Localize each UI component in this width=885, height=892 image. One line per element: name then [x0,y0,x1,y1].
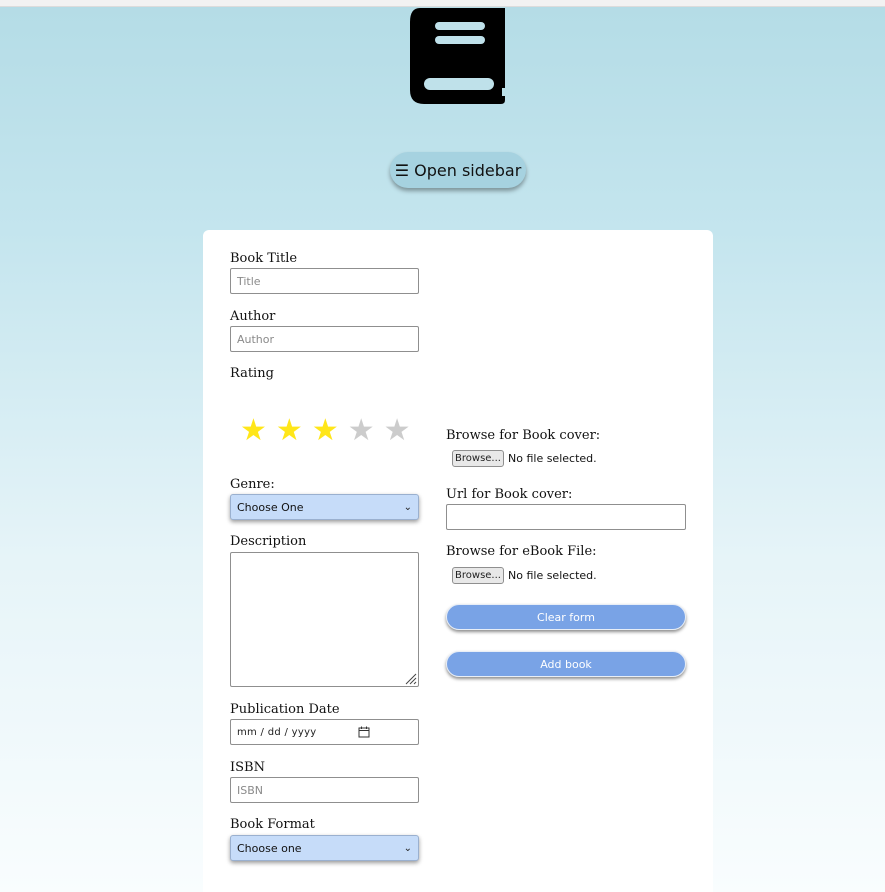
author-label: Author [230,309,276,324]
open-sidebar-button[interactable]: ☰ Open sidebar [390,152,526,188]
publication-date-label: Publication Date [230,702,340,717]
book-format-label: Book Format [230,817,315,832]
ebook-file-input[interactable]: Browse... No file selected. [452,567,597,584]
rating-star-3[interactable]: ★ [312,414,339,448]
book-title-placeholder: Title [237,274,261,288]
add-book-label: Add book [540,657,592,671]
clear-form-label: Clear form [537,610,595,624]
book-cover-browse-button[interactable]: Browse... [452,450,504,467]
rating-label: Rating [230,366,274,381]
book-title-label: Book Title [230,251,298,266]
ebook-browse-button[interactable]: Browse... [452,567,504,584]
add-book-button[interactable]: Add book [446,651,686,677]
publication-date-placeholder: mm / dd / yyyy [237,726,317,738]
book-cover-file-input[interactable]: Browse... No file selected. [452,450,597,467]
chevron-down-icon: ⌄ [403,842,412,854]
book-title-input[interactable]: Title [230,268,419,294]
chevron-down-icon: ⌄ [403,501,412,513]
description-textarea[interactable] [230,552,419,687]
clear-form-button[interactable]: Clear form [446,604,686,630]
author-input[interactable]: Author [230,326,419,352]
rating-star-5[interactable]: ★ [384,414,411,448]
rating-stars[interactable]: ★ ★ ★ ★ ★ [240,414,411,448]
rating-star-2[interactable]: ★ [276,414,303,448]
book-format-select[interactable]: Choose one ⌄ [230,835,419,861]
author-placeholder: Author [237,332,275,346]
open-sidebar-label: ☰ Open sidebar [394,160,522,180]
rating-star-4[interactable]: ★ [348,414,375,448]
genre-label: Genre: [230,477,275,492]
browser-top-strip [0,0,885,7]
publication-date-input[interactable]: mm / dd / yyyy [230,719,419,745]
rating-star-1[interactable]: ★ [240,414,267,448]
resize-handle-icon[interactable] [403,671,417,685]
genre-select[interactable]: Choose One ⌄ [230,494,419,520]
description-label: Description [230,534,307,549]
book-icon [410,8,505,104]
book-cover-url-input[interactable] [446,504,686,530]
book-cover-file-label: Browse for Book cover: [446,428,601,443]
ebook-file-label: Browse for eBook File: [446,544,597,559]
book-format-selected-value: Choose one [237,841,302,855]
isbn-label: ISBN [230,760,265,775]
genre-selected-value: Choose One [237,500,304,514]
book-cover-url-label: Url for Book cover: [446,487,573,502]
book-cover-file-status: No file selected. [508,452,597,465]
ebook-file-status: No file selected. [508,569,597,582]
calendar-icon[interactable] [358,726,370,738]
isbn-placeholder: ISBN [237,783,264,797]
isbn-input[interactable]: ISBN [230,777,419,803]
